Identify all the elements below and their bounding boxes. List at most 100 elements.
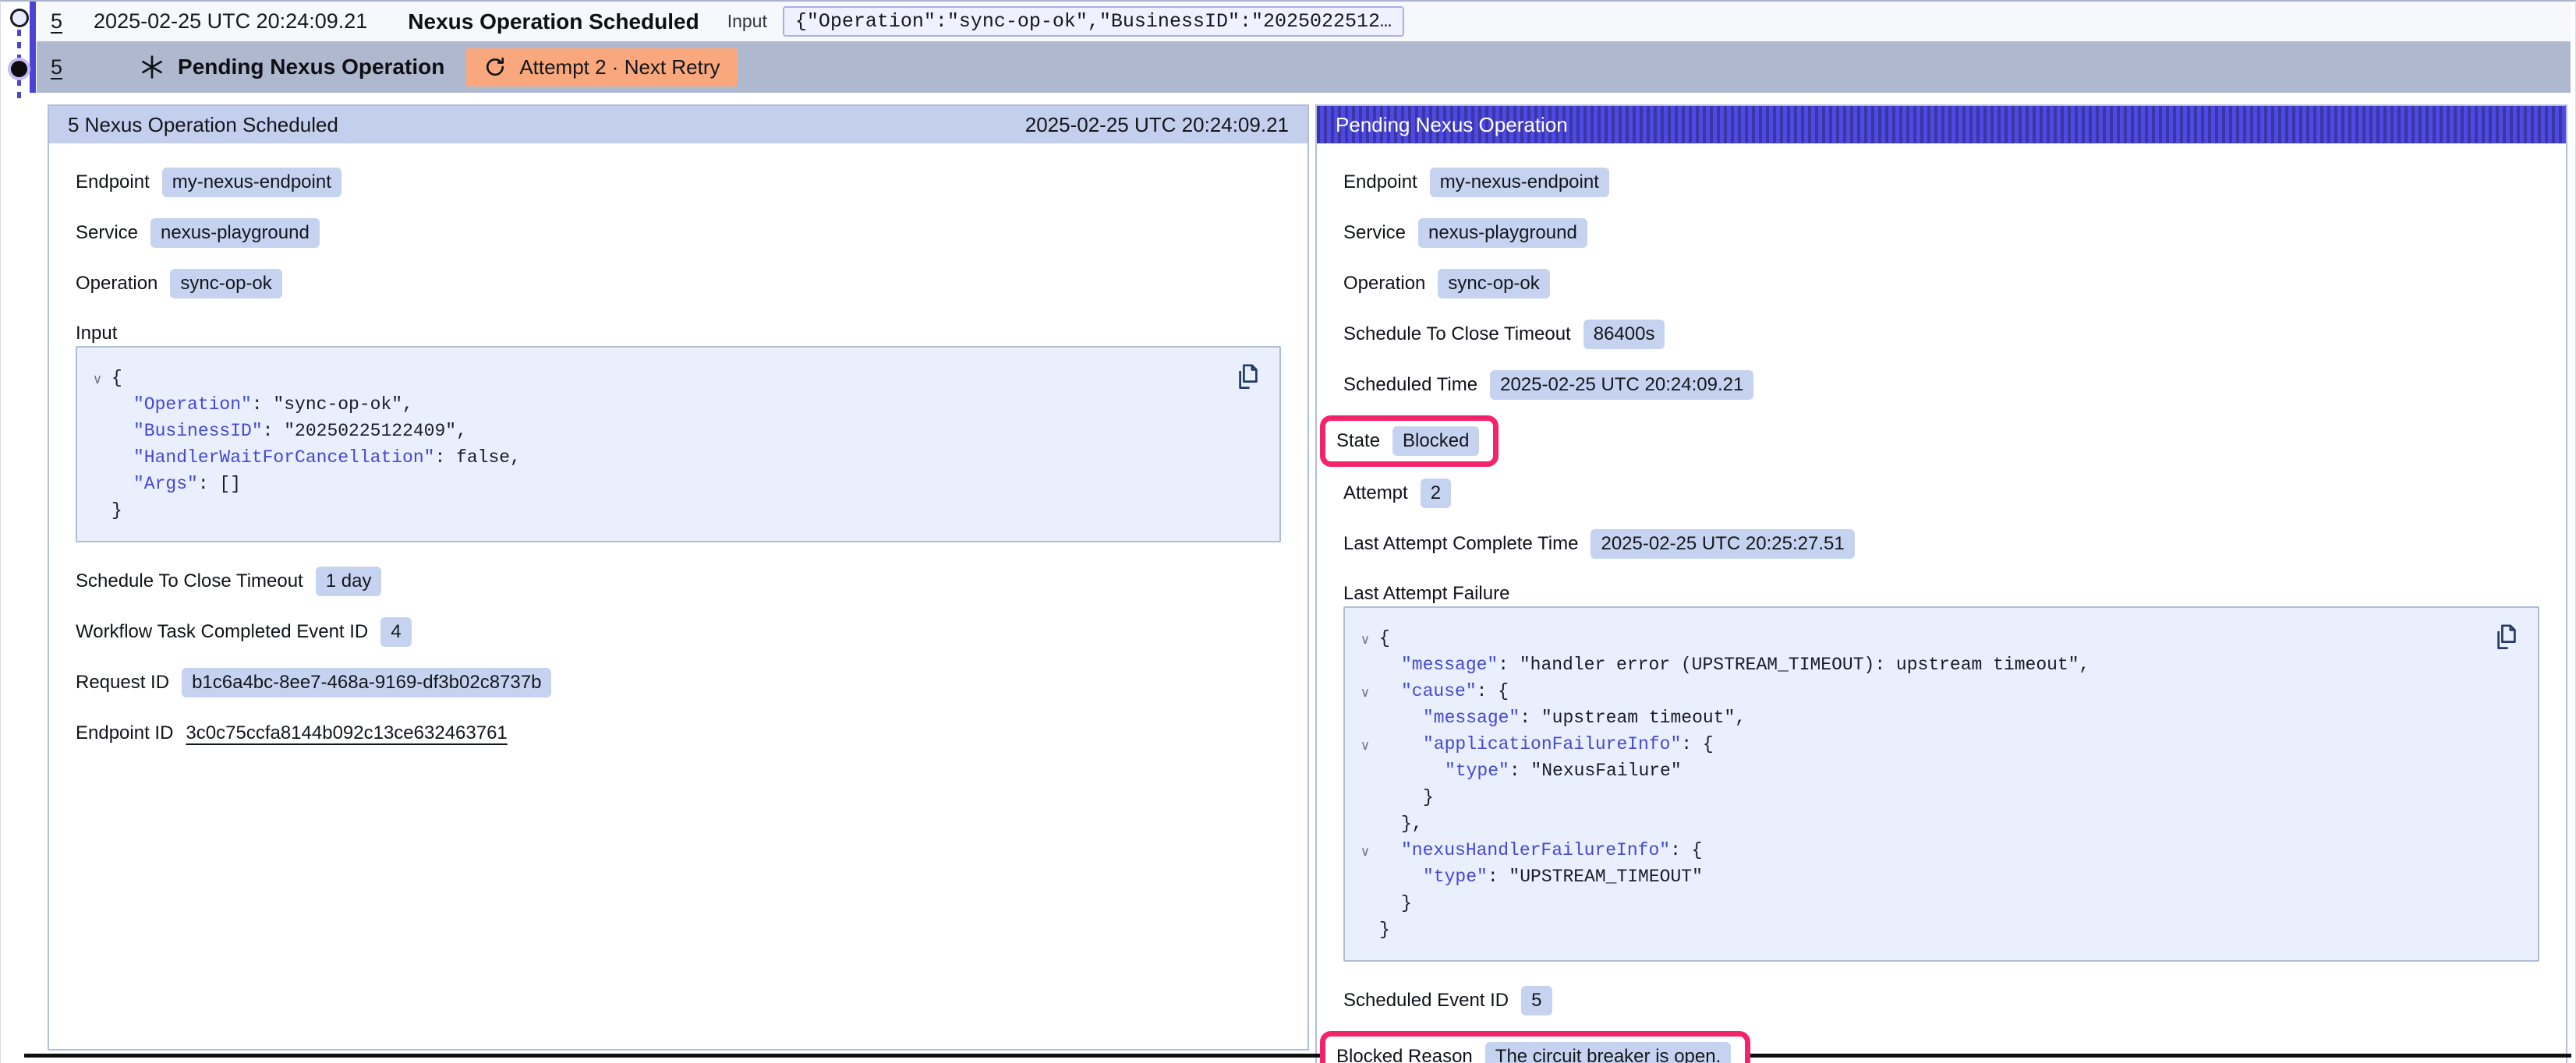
code-line: "BusinessID": "20250225122409", <box>83 418 1258 444</box>
code-line: } <box>1351 890 2516 916</box>
field-label: Schedule To Close Timeout <box>1343 323 1571 345</box>
pending-operation-panel: Pending Nexus Operation Endpointmy-nexus… <box>1315 104 2567 1063</box>
collapse-chevron-icon[interactable]: ∨ <box>1351 632 1379 648</box>
nexus-asterisk-icon <box>139 54 165 80</box>
code-line: "message": "handler error (UPSTREAM_TIME… <box>1351 652 2516 678</box>
code-line: "message": "upstream timeout", <box>1351 705 2516 731</box>
json-key: "type" <box>1445 761 1509 781</box>
failure-json-lines: ∨{"message": "handler error (UPSTREAM_TI… <box>1351 625 2516 943</box>
event-detail-header: 5 Nexus Operation Scheduled 2025-02-25 U… <box>49 106 1307 143</box>
field-label: Endpoint <box>76 171 150 193</box>
collapse-chevron-icon[interactable]: ∨ <box>83 372 111 387</box>
json-text: }, <box>1401 814 1423 834</box>
attempt-retry-badge: Attempt 2 · Next Retry <box>466 48 737 87</box>
field-value-state: Blocked <box>1392 426 1479 456</box>
json-text: : "NexusFailure" <box>1509 761 1682 781</box>
pending-fields-top: Endpointmy-nexus-endpointServicenexus-pl… <box>1343 167 2539 560</box>
field-value-service: nexus-playground <box>1418 218 1587 248</box>
field-value-last-attempt-complete-time: 2025-02-25 UTC 20:25:27.51 <box>1591 529 1854 559</box>
retry-icon <box>483 55 507 79</box>
timeline-open-event-marker <box>10 9 29 27</box>
field-row-schedule-to-close-timeout: Schedule To Close Timeout 86400s <box>1343 319 2539 350</box>
field-label: State <box>1336 430 1380 452</box>
json-text: : "sync-op-ok", <box>252 394 413 415</box>
copy-icon[interactable] <box>2494 623 2519 652</box>
json-key: "type" <box>1423 867 1488 887</box>
field-value-endpoint-id[interactable]: 3c0c75ccfa8144b092c13ce632463761 <box>186 722 507 744</box>
event-detail-header-title: 5 Nexus Operation Scheduled <box>68 113 338 137</box>
field-value-endpoint: my-nexus-endpoint <box>1430 168 1609 197</box>
json-text: } <box>111 500 122 521</box>
json-text: : { <box>1477 681 1509 701</box>
field-label: Last Attempt Complete Time <box>1343 533 1578 555</box>
field-row-service: Servicenexus-playground <box>1343 217 2539 249</box>
pending-operation-title: Pending Nexus Operation <box>178 55 444 79</box>
pending-operation-header-title: Pending Nexus Operation <box>1336 113 1568 137</box>
code-line: "type": "NexusFailure" <box>1351 758 2516 784</box>
field-value-workflow-task-completed-event-id: 4 <box>380 617 411 647</box>
code-line: } <box>1351 916 2516 943</box>
field-row-scheduled-event-id: Scheduled Event ID 5 <box>1343 985 2539 1016</box>
input-json-block: ∨{"Operation": "sync-op-ok","BusinessID"… <box>76 346 1281 542</box>
pending-operation-header: Pending Nexus Operation <box>1317 106 2566 143</box>
event-input-label: Input <box>727 11 767 32</box>
field-value-endpoint: my-nexus-endpoint <box>162 168 341 197</box>
field-value-schedule-to-close-timeout: 86400s <box>1583 320 1665 349</box>
event-detail-body: Endpointmy-nexus-endpointServicenexus-pl… <box>49 143 1307 749</box>
json-text: : "handler error (UPSTREAM_TIMEOUT): ups… <box>1498 655 2089 675</box>
json-text: : [] <box>198 474 241 494</box>
json-text: } <box>1401 893 1412 913</box>
json-key: "cause" <box>1401 681 1477 701</box>
code-line: "type": "UPSTREAM_TIMEOUT" <box>1351 863 2516 890</box>
field-row-schedule-to-close-timeout: Schedule To Close Timeout1 day <box>76 566 1281 597</box>
json-key: "BusinessID" <box>133 421 263 441</box>
failure-json-block: ∨{"message": "handler error (UPSTREAM_TI… <box>1343 606 2539 962</box>
json-text: : false, <box>434 447 520 468</box>
highlight-box-state: State Blocked <box>1320 415 1499 467</box>
json-text: } <box>1379 920 1390 940</box>
field-row-operation: Operation sync-op-ok <box>76 268 1281 299</box>
event-input-preview-chip[interactable]: {"Operation":"sync-op-ok","BusinessID":"… <box>783 6 1404 37</box>
pending-event-id-link[interactable]: 5 <box>51 55 62 79</box>
field-row-last-attempt-complete-time: Last Attempt Complete Time 2025-02-25 UTC… <box>1343 528 2539 560</box>
failure-section-label: Last Attempt Failure <box>1343 583 2539 606</box>
event-id-link[interactable]: 5 <box>51 9 62 34</box>
field-label: Attempt <box>1343 482 1408 504</box>
event-summary-row[interactable]: 5 2025-02-25 UTC 20:24:09.21 Nexus Opera… <box>37 2 2571 41</box>
field-row-workflow-task-completed-event-id: Workflow Task Completed Event ID 4 <box>76 616 1281 648</box>
timeline-pending-event-marker <box>11 61 27 77</box>
json-text: : "20250225122409", <box>263 421 467 441</box>
bottom-divider <box>24 1054 2571 1058</box>
json-text: } <box>1423 787 1434 807</box>
field-value-attempt: 2 <box>1421 479 1451 508</box>
pending-operation-row[interactable]: 5 Pending Nexus Operation Attempt 2 · Ne… <box>37 41 2571 93</box>
field-value-scheduled-time: 2025-02-25 UTC 20:24:09.21 <box>1490 370 1753 400</box>
json-key: "nexusHandlerFailureInfo" <box>1401 840 1670 860</box>
field-value-scheduled-event-id: 5 <box>1521 986 1552 1015</box>
event-detail-fields-bottom: Schedule To Close Timeout1 day Workflow T… <box>76 566 1281 749</box>
code-line: "HandlerWaitForCancellation": false, <box>83 444 1258 471</box>
json-key: "Args" <box>133 474 198 494</box>
attempt-retry-label: Attempt 2 · Next Retry <box>519 55 720 79</box>
field-label: Operation <box>76 273 157 295</box>
json-key: "message" <box>1423 708 1520 728</box>
field-label: Service <box>76 222 138 244</box>
json-text: : "upstream timeout", <box>1520 708 1746 728</box>
pending-fields-bottom: Scheduled Event ID5Blocked ReasonThe cir… <box>1343 985 2539 1063</box>
event-detail-header-timestamp: 2025-02-25 UTC 20:24:09.21 <box>1025 113 1289 137</box>
code-line: "Args": [] <box>83 471 1258 497</box>
field-label: Workflow Task Completed Event ID <box>76 621 368 643</box>
field-label: Scheduled Event ID <box>1343 990 1509 1012</box>
field-value-operation: sync-op-ok <box>170 269 281 298</box>
field-row-scheduled-time: Scheduled Time2025-02-25 UTC 20:24:09.21 <box>1343 369 2539 401</box>
code-line: ∨{ <box>1351 625 2516 652</box>
collapse-chevron-icon[interactable]: ∨ <box>1351 844 1379 860</box>
json-text: : "UPSTREAM_TIMEOUT" <box>1488 867 1703 887</box>
field-label: Schedule To Close Timeout <box>76 570 303 592</box>
copy-icon[interactable] <box>1236 363 1261 391</box>
json-text: : { <box>1681 734 1713 754</box>
json-key: "applicationFailureInfo" <box>1423 734 1681 754</box>
collapse-chevron-icon[interactable]: ∨ <box>1351 738 1379 754</box>
field-label: Operation <box>1343 273 1425 295</box>
collapse-chevron-icon[interactable]: ∨ <box>1351 685 1379 701</box>
